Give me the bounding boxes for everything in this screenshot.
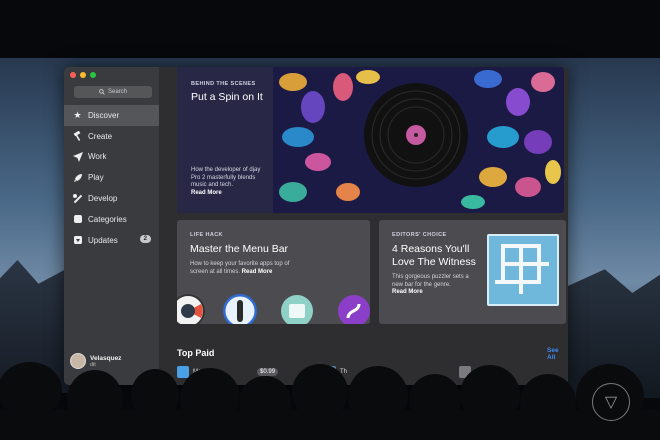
rocket-icon: [72, 172, 83, 183]
1password-app-icon: [223, 294, 257, 324]
account-subtitle: dit: [90, 361, 96, 368]
card-title: Master the Menu Bar: [190, 243, 289, 255]
card-description-text: How to keep your favorite apps top of sc…: [190, 261, 290, 275]
zoom-window-button[interactable]: [90, 72, 96, 78]
wallpaper-mountain-right: [568, 269, 660, 398]
app-name: Th: [340, 369, 348, 375]
main-content: BEHIND THE SCENES Put a Spin on It How t…: [159, 67, 568, 385]
search-placeholder: Search: [107, 89, 127, 95]
app-icon: [459, 366, 471, 378]
sidebar-item-discover[interactable]: ★ Discover: [64, 105, 159, 126]
hero-eyebrow: BEHIND THE SCENES: [191, 81, 256, 87]
hero-description: How the developer of djay Pro 2 masterfu…: [191, 167, 271, 197]
sidebar-item-work[interactable]: Work: [64, 147, 159, 168]
top-paid-heading: Top Paid: [177, 348, 215, 358]
hero-story-card[interactable]: BEHIND THE SCENES Put a Spin on It How t…: [177, 67, 564, 213]
sidebar-item-label: Discover: [88, 110, 120, 120]
avatar: [70, 353, 86, 369]
card-title-line: Love The Witness: [392, 256, 476, 268]
card-description-text: This gorgeous puzzler sets a new bar for…: [392, 274, 469, 288]
life-hack-card[interactable]: LIFE HACK Master the Menu Bar How to kee…: [177, 220, 370, 324]
hero-text-panel: BEHIND THE SCENES Put a Spin on It How t…: [177, 67, 273, 213]
search-icon: [99, 89, 105, 95]
minimize-window-button[interactable]: [80, 72, 86, 78]
card-title: 4 Reasons You'll Love The Witness: [392, 243, 476, 269]
app-icon: [324, 366, 336, 378]
card-eyebrow: EDITORS' CHOICE: [392, 232, 447, 238]
card-read-more-link[interactable]: Read More: [242, 269, 273, 275]
sidebar-item-label: Develop: [88, 194, 118, 204]
paper-plane-icon: [72, 151, 83, 162]
istat-menus-app-icon: [177, 294, 205, 324]
hero-title: Put a Spin on It: [191, 91, 263, 103]
sidebar-nav: ★ Discover Create Work Play Develop Cate…: [64, 105, 159, 251]
close-window-button[interactable]: [70, 72, 76, 78]
sidebar-item-label: Updates: [88, 235, 118, 245]
categories-icon: [72, 214, 83, 225]
wrench-icon: [72, 193, 83, 204]
hammer-icon: [72, 131, 83, 142]
sidebar-item-updates[interactable]: Updates 2: [64, 230, 159, 251]
editors-choice-card[interactable]: EDITORS' CHOICE 4 Reasons You'll Love Th…: [379, 220, 566, 324]
sidebar-item-create[interactable]: Create: [64, 126, 159, 147]
search-field[interactable]: Search: [74, 86, 152, 98]
window-controls: [70, 72, 96, 78]
watermark-logo-icon: ▽: [592, 383, 630, 421]
hero-read-more-link[interactable]: Read More: [191, 190, 271, 198]
sidebar-item-play[interactable]: Play: [64, 167, 159, 188]
star-icon: ★: [73, 109, 82, 120]
card-description: This gorgeous puzzler sets a new bar for…: [392, 274, 478, 297]
see-all-link[interactable]: See All: [547, 347, 568, 361]
sidebar-item-label: Play: [88, 173, 104, 183]
wallpaper-mountain-left: [0, 260, 70, 393]
card-read-more-link[interactable]: Read More: [392, 289, 478, 297]
menu-utility-app-icon: [281, 295, 313, 324]
music-utility-app-icon: [338, 295, 370, 324]
card-eyebrow: LIFE HACK: [190, 232, 223, 238]
top-paid-item[interactable]: Th: [324, 366, 347, 378]
sidebar-item-label: Categories: [88, 214, 127, 224]
app-name: M: [475, 369, 480, 375]
sidebar: Search ★ Discover Create Work Play Devel…: [64, 67, 159, 385]
updates-count-badge: 2: [139, 234, 151, 243]
turntable-artwork: [273, 67, 564, 213]
magnet-app-icon: [177, 366, 189, 378]
account-name: Velasquez: [90, 354, 122, 362]
hero-description-text: How the developer of djay Pro 2 masterfu…: [191, 167, 261, 188]
top-paid-item[interactable]: M: [459, 366, 480, 378]
the-witness-artwork: [487, 234, 559, 306]
card-title-line: 4 Reasons You'll: [392, 243, 470, 255]
app-name: Magnet: [193, 369, 214, 375]
account-button[interactable]: Velasquez dit: [70, 353, 121, 369]
sidebar-item-develop[interactable]: Develop: [64, 188, 159, 209]
price-button[interactable]: $0.99: [257, 368, 279, 376]
download-icon: [72, 235, 83, 246]
top-paid-item[interactable]: Magnet $0.99: [177, 366, 279, 378]
sidebar-item-label: Create: [88, 131, 113, 141]
card-description: How to keep your favorite apps top of sc…: [190, 261, 300, 276]
app-store-window: Search ★ Discover Create Work Play Devel…: [64, 67, 568, 385]
sidebar-item-categories[interactable]: Categories: [64, 209, 159, 230]
sidebar-item-label: Work: [88, 152, 107, 162]
